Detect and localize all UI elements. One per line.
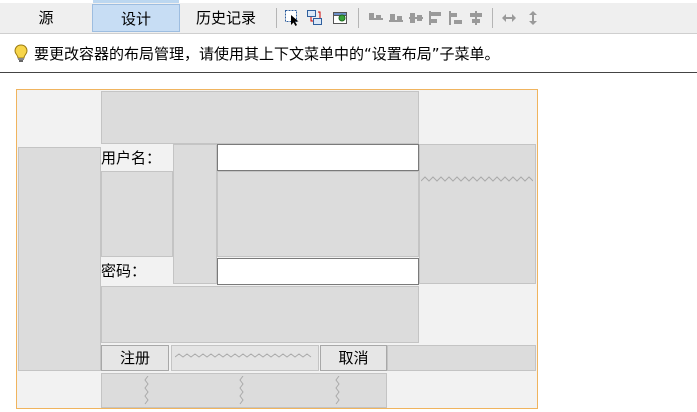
tab-history[interactable]: 历史记录 xyxy=(180,4,272,32)
vertical-resize-marker xyxy=(144,376,149,405)
vertical-resize-marker xyxy=(239,376,244,405)
register-button[interactable]: 注册 xyxy=(101,345,169,371)
preview-design-icon[interactable] xyxy=(333,10,347,24)
change-vertical-resizability-icon[interactable] xyxy=(525,10,539,25)
connection-mode-icon[interactable] xyxy=(307,10,322,25)
tab-source[interactable]: 源 xyxy=(0,4,92,32)
layout-hint-bar: 要更改容器的布局管理，请使用其上下文菜单中的“设置布局”子菜单。 xyxy=(0,35,697,73)
change-horizontal-resizability-icon[interactable] xyxy=(501,10,516,24)
active-tab-marker xyxy=(93,0,179,3)
password-label: 密码： xyxy=(101,262,147,280)
username-input[interactable] xyxy=(217,144,419,171)
vertical-resize-marker xyxy=(335,376,340,405)
grid-cell-empty[interactable] xyxy=(101,286,419,343)
align-right-icon[interactable] xyxy=(388,10,403,24)
center-vertically-icon[interactable] xyxy=(468,10,482,25)
grid-cell-empty[interactable] xyxy=(419,144,536,284)
grid-cell-empty[interactable] xyxy=(18,147,101,371)
center-horizontally-icon[interactable] xyxy=(408,10,423,24)
hint-text: 要更改容器的布局管理，请使用其上下文菜单中的“设置布局”子菜单。 xyxy=(34,45,500,63)
grid-cell-empty[interactable] xyxy=(387,345,536,371)
cancel-button[interactable]: 取消 xyxy=(320,345,387,371)
toolbar-separator xyxy=(358,8,359,28)
editor-toolbar: 源 设计 历史记录 xyxy=(0,0,697,34)
username-label: 用户名： xyxy=(101,149,162,167)
align-top-icon[interactable] xyxy=(428,10,442,25)
tab-design[interactable]: 设计 xyxy=(92,4,180,32)
tab-strip-edge xyxy=(0,0,697,3)
horizontal-resize-marker xyxy=(175,353,312,358)
horizontal-resize-marker xyxy=(421,176,533,182)
lightbulb-icon xyxy=(14,44,28,64)
align-bottom-icon[interactable] xyxy=(448,10,462,25)
selection-mode-icon[interactable] xyxy=(285,10,299,26)
password-input[interactable] xyxy=(217,258,419,285)
form-design-canvas[interactable]: 用户名： 密码： 注册 取消 xyxy=(16,89,538,409)
grid-cell-empty[interactable] xyxy=(173,144,217,284)
grid-cell-empty[interactable] xyxy=(217,171,419,257)
grid-cell-empty[interactable] xyxy=(101,91,419,144)
align-left-icon[interactable] xyxy=(368,10,383,24)
toolbar-separator xyxy=(276,8,277,28)
grid-cell-empty[interactable] xyxy=(101,171,173,257)
toolbar-separator xyxy=(492,8,493,28)
